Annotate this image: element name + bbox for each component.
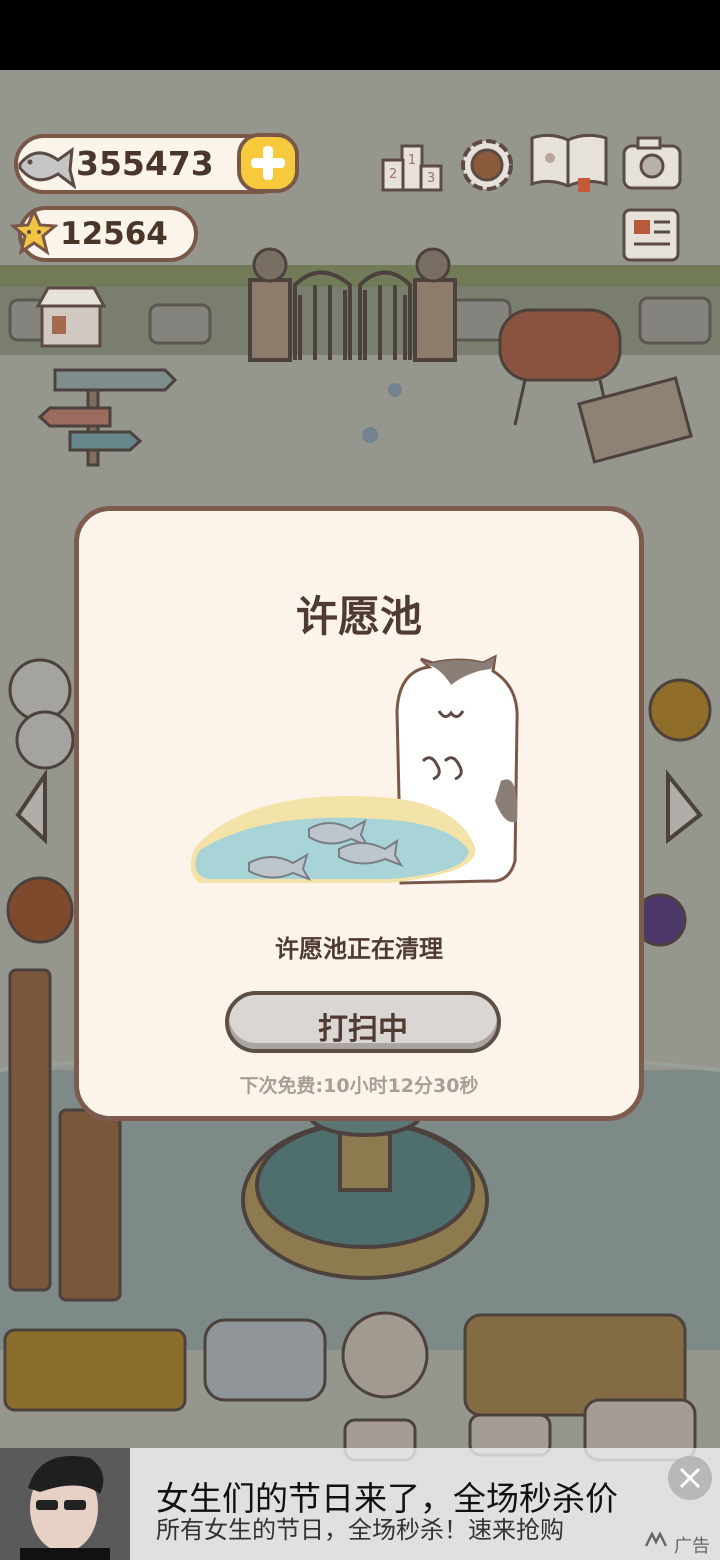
ad-banner[interactable]: 女生们的节日来了，全场秒杀价 所有女生的节日，全场秒杀！速来抢购 [0,1448,720,1560]
star-currency-counter: 12564 [10,206,198,262]
dialog-status-message: 许愿池正在清理 [275,935,443,963]
arrow-right-icon [666,769,703,845]
next-free-countdown: 下次免费:10小时12分30秒 [239,1075,479,1097]
shop-icon[interactable] [36,284,106,350]
fish-count: 355473 [76,144,214,183]
leaderboard-icon[interactable]: 1 2 3 [380,140,444,194]
catbook-icon[interactable] [528,130,610,194]
sweeping-button[interactable]: 打扫中 [225,991,501,1053]
svg-text:3: 3 [427,171,435,186]
status-bar [0,0,720,70]
ad-description: 所有女生的节日，全场秒杀！速来抢购 [156,1516,564,1544]
close-icon[interactable] [668,1456,712,1500]
ad-network-logo-icon [644,1531,668,1547]
camera-icon[interactable] [620,132,684,192]
ad-avatar-image [0,1448,130,1560]
plus-icon[interactable] [236,132,300,194]
arrow-left-icon [15,768,47,845]
svg-text:1: 1 [408,153,416,168]
star-icon [10,208,58,256]
ad-label: 广告 [674,1536,710,1557]
fish-icon [18,146,76,190]
svg-text:2: 2 [389,167,397,182]
wishing-pool-illustration [190,654,519,885]
star-count: 12564 [60,216,168,252]
sweeping-button-label: 打扫中 [318,1012,408,1047]
dialog-title: 许愿池 [295,592,422,641]
settings-gear-icon[interactable] [456,134,518,196]
wishing-pool-dialog: 许愿池 许愿池正在清理 打扫中 下次免费:10小时12分30秒 [74,506,644,1121]
newspaper-icon[interactable] [620,206,682,264]
